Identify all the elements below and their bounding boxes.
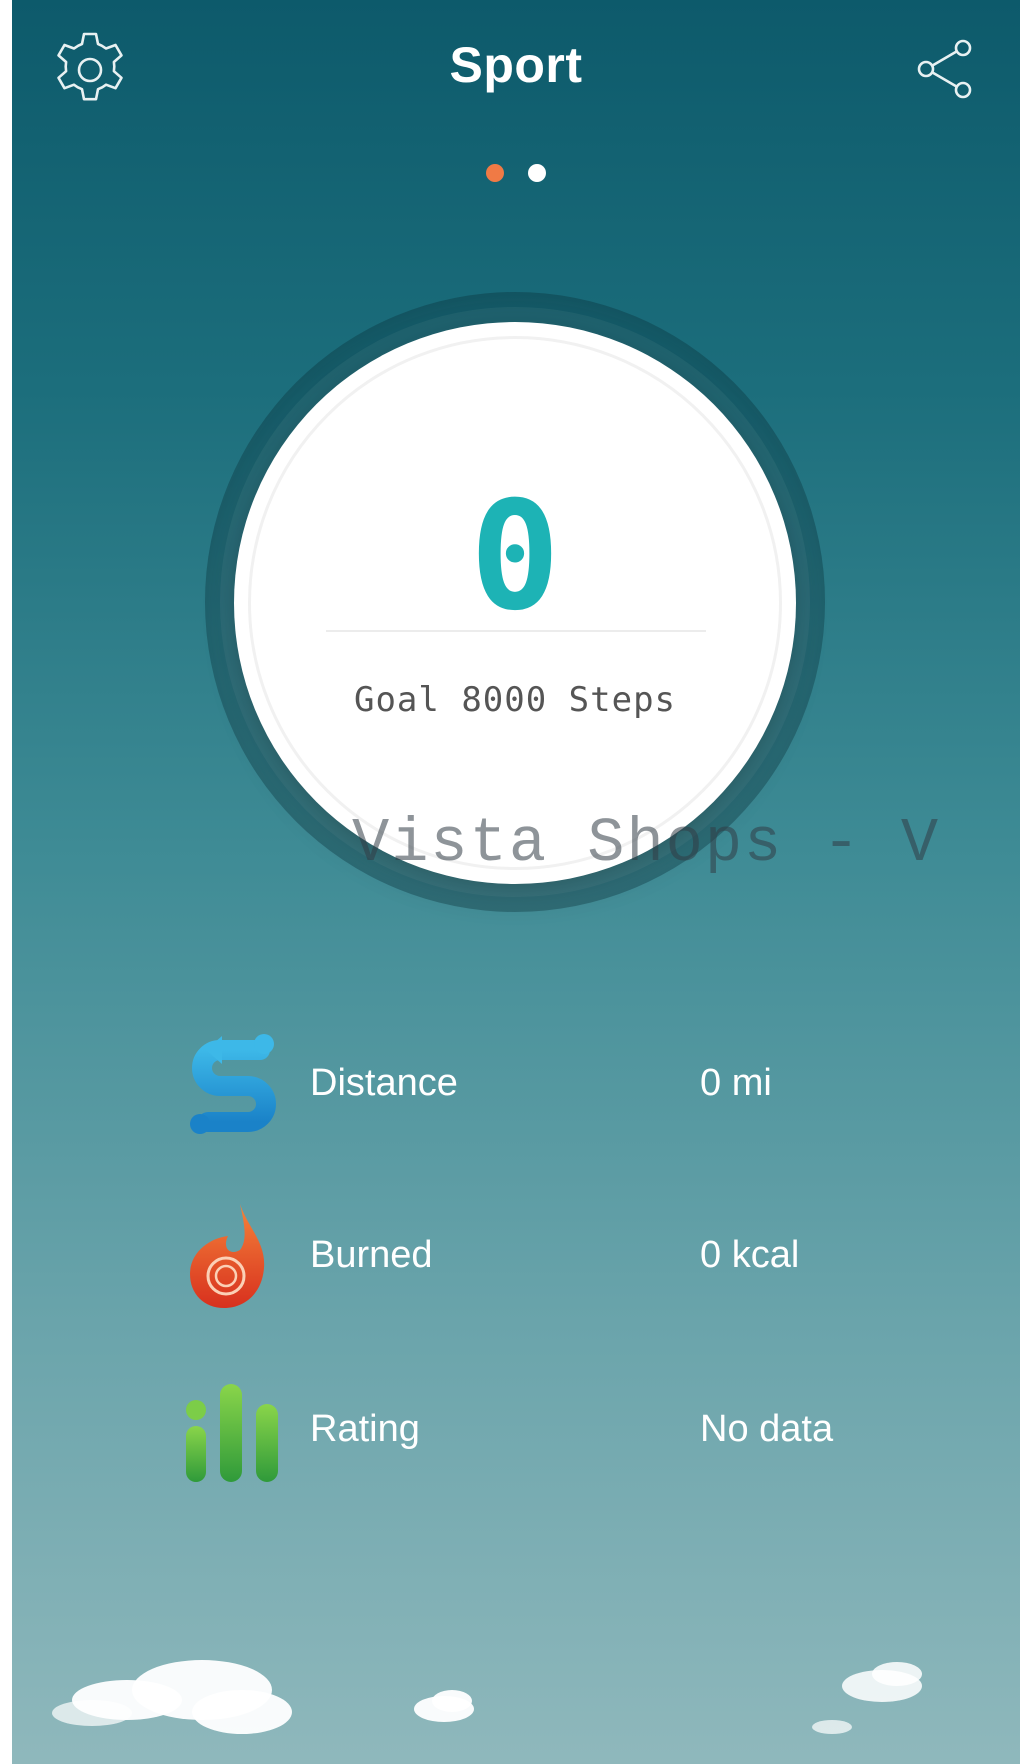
stat-row-distance[interactable]: Distance 0 mi (182, 1030, 962, 1150)
page-indicator (12, 164, 1020, 187)
stat-label: Burned (310, 1234, 433, 1276)
stat-value: No data (700, 1408, 834, 1450)
flame-icon (190, 1204, 265, 1308)
stat-row-burned[interactable]: Burned 0 kcal (182, 1202, 962, 1322)
watermark-text: Vista Shops - V (352, 808, 941, 879)
top-bar: Sport (12, 0, 1020, 140)
stat-label: Distance (310, 1062, 458, 1104)
stat-value: 0 kcal (700, 1234, 800, 1276)
goal-label: Goal 8000 Steps (353, 680, 677, 720)
distance-icon (190, 1034, 276, 1134)
page-title: Sport (449, 37, 583, 93)
steps-count: 0 (469, 470, 561, 644)
bar-rating-icon (186, 1384, 278, 1482)
page-dot[interactable] (486, 164, 504, 182)
stat-label: Rating (310, 1408, 420, 1450)
share-icon[interactable] (912, 36, 978, 102)
stat-row-rating[interactable]: Rating No data (182, 1376, 962, 1496)
steps-circle[interactable]: 0 Goal 8000 Steps (234, 322, 796, 884)
circle-divider (326, 630, 706, 632)
page-dot[interactable] (528, 164, 546, 182)
sport-screen: Sport 0 Goal 8000 Steps Vista Shops - V (12, 0, 1020, 1764)
stat-value: 0 mi (700, 1062, 772, 1104)
